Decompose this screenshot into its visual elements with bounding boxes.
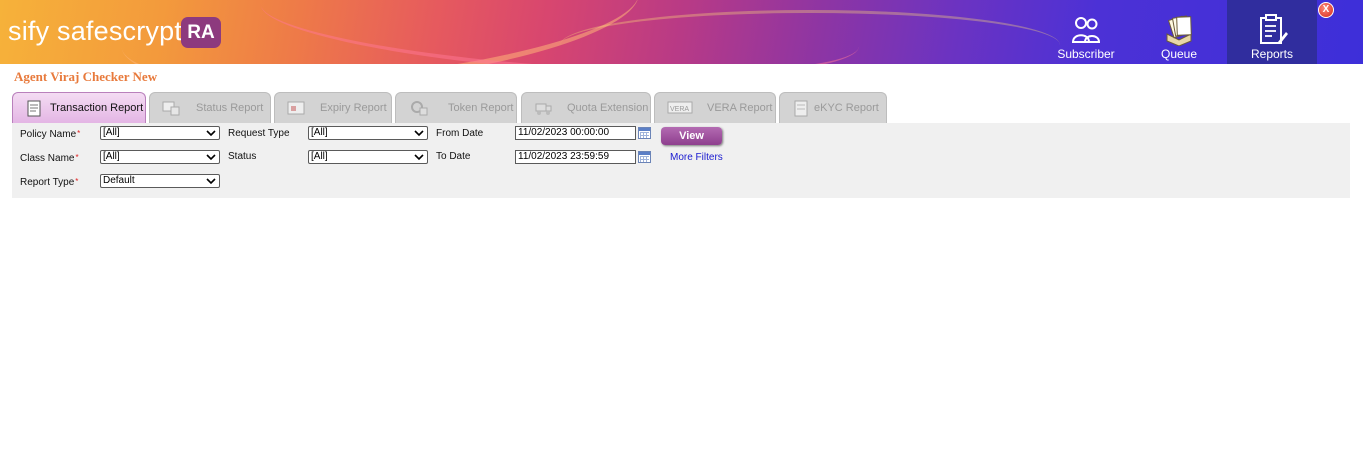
- chevron-down-icon: [206, 178, 216, 185]
- request-type-value: [All]: [311, 127, 328, 138]
- tab-label: Transaction Report: [50, 102, 144, 114]
- tab-token-report[interactable]: Token Report: [395, 92, 517, 123]
- required-marker: *: [77, 129, 81, 138]
- nav-queue[interactable]: Queue: [1134, 0, 1224, 64]
- expiry-card-icon: [287, 101, 305, 115]
- more-filters-link[interactable]: More Filters: [670, 152, 723, 163]
- chevron-down-icon: [206, 154, 216, 161]
- report-type-value: Default: [103, 175, 135, 186]
- policy-name-label: Policy Name*: [20, 129, 81, 140]
- truck-icon: [535, 103, 552, 115]
- from-date-input[interactable]: 11/02/2023 00:00:00: [515, 126, 636, 140]
- policy-name-value: [All]: [103, 127, 120, 138]
- report-type-select[interactable]: Default: [100, 174, 220, 188]
- svg-text:VERA: VERA: [670, 106, 689, 113]
- status-label: Status: [228, 151, 257, 162]
- view-button[interactable]: View: [661, 127, 722, 145]
- header-banner: sify safescrypt RA Subscriber Queue Repo: [0, 0, 1363, 64]
- document-icon: [794, 100, 808, 117]
- status-select[interactable]: [All]: [308, 150, 428, 164]
- chevron-down-icon: [414, 130, 424, 137]
- policy-name-select[interactable]: [All]: [100, 126, 220, 140]
- tab-label: Token Report: [448, 102, 514, 114]
- tab-vera-report[interactable]: VERA VERA Report: [654, 92, 776, 123]
- nav-queue-label: Queue: [1160, 47, 1198, 61]
- tab-label: Status Report: [196, 102, 264, 114]
- calendar-icon[interactable]: [638, 151, 651, 163]
- users-icon: [1071, 17, 1101, 43]
- nav-subscriber-label: Subscriber: [1057, 47, 1115, 61]
- tab-status-report[interactable]: Status Report: [149, 92, 271, 123]
- nav-reports-label: Reports: [1250, 47, 1294, 61]
- tab-label: VERA Report: [707, 102, 773, 114]
- required-marker: *: [75, 177, 79, 186]
- class-name-label: Class Name*: [20, 153, 79, 164]
- request-type-label: Request Type: [228, 128, 290, 139]
- tab-label: eKYC Report: [814, 102, 879, 114]
- tab-ekyc-report[interactable]: eKYC Report: [779, 92, 887, 123]
- status-chart-icon: [162, 101, 180, 116]
- from-date-label: From Date: [436, 128, 484, 139]
- logo-text: sify safescrypt: [8, 16, 183, 46]
- gear-token-icon: [411, 101, 428, 116]
- to-date-label: To Date: [436, 151, 471, 162]
- tab-expiry-report[interactable]: Expiry Report: [274, 92, 392, 123]
- vera-badge-icon: VERA: [667, 101, 693, 114]
- queue-stack-icon: [1166, 15, 1192, 46]
- request-type-select[interactable]: [All]: [308, 126, 428, 140]
- close-icon[interactable]: X: [1318, 2, 1334, 18]
- tab-label: Quota Extension: [567, 102, 649, 114]
- to-date-input[interactable]: 11/02/2023 23:59:59: [515, 150, 636, 164]
- class-name-select[interactable]: [All]: [100, 150, 220, 164]
- required-marker: *: [75, 153, 79, 162]
- tab-transaction-report[interactable]: Transaction Report: [12, 92, 146, 124]
- nav-reports[interactable]: Reports: [1227, 0, 1317, 64]
- report-type-label: Report Type*: [20, 177, 79, 188]
- logo-badge: RA: [181, 17, 221, 48]
- report-clipboard-icon: [27, 100, 41, 117]
- status-value: [All]: [311, 151, 328, 162]
- report-clipboard-icon: [1260, 14, 1288, 44]
- chevron-down-icon: [206, 130, 216, 137]
- tab-quota-extension[interactable]: Quota Extension: [521, 92, 651, 123]
- filter-panel: Policy Name* [All] Request Type [All] Fr…: [12, 123, 1350, 198]
- nav-subscriber[interactable]: Subscriber: [1041, 0, 1131, 64]
- class-name-value: [All]: [103, 151, 120, 162]
- page-title: Agent Viraj Checker New: [14, 69, 158, 84]
- chevron-down-icon: [414, 154, 424, 161]
- calendar-icon[interactable]: [638, 127, 651, 139]
- tab-label: Expiry Report: [320, 102, 387, 114]
